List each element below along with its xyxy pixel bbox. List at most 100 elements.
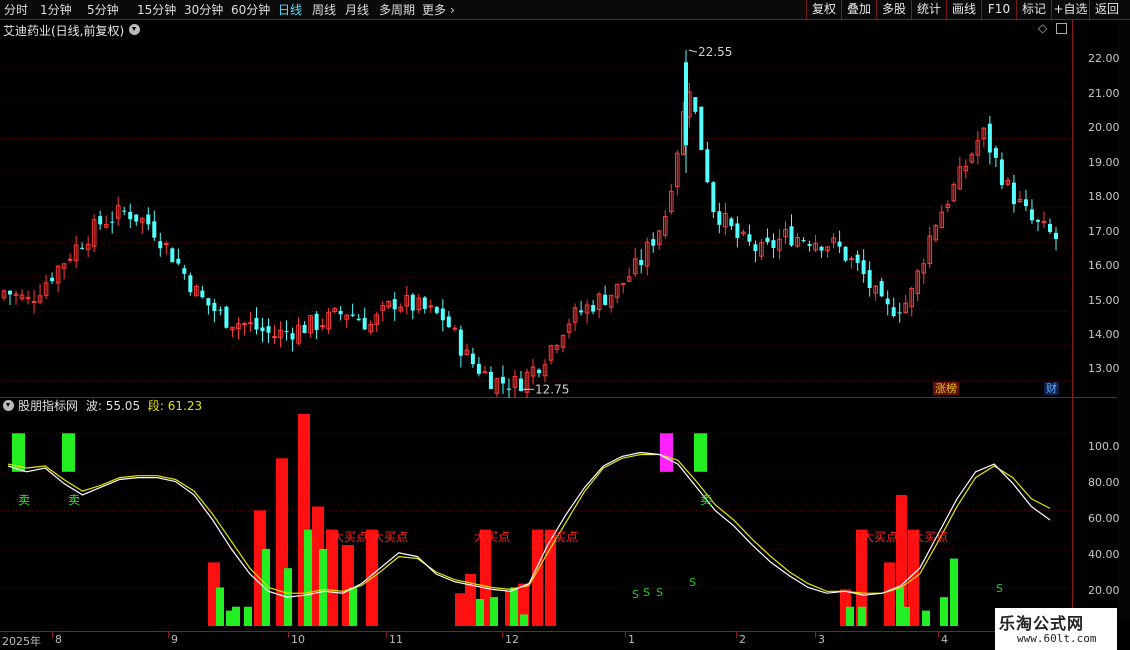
candle-body [1047, 223, 1052, 232]
tab-60min[interactable]: 60分钟 [231, 2, 270, 18]
dropdown-icon[interactable] [3, 400, 14, 411]
draw-line-button[interactable]: 画线 [946, 0, 981, 19]
candle-body [254, 317, 259, 330]
price-tick: 20.00 [1088, 121, 1120, 134]
candle-body [266, 326, 271, 333]
gainer-badge[interactable]: 涨榜 [933, 382, 959, 395]
tab-1min[interactable]: 1分钟 [40, 2, 72, 18]
candle-body [284, 331, 289, 333]
back-button[interactable]: 返回 [1089, 0, 1124, 19]
candle-body [164, 243, 169, 246]
date-tick [502, 632, 503, 638]
wave-value: 55.05 [105, 399, 141, 413]
candle-body [717, 211, 722, 225]
candle-body [879, 281, 884, 297]
candle-body [314, 313, 319, 330]
candle-body [819, 246, 824, 251]
candle-body [861, 260, 866, 275]
tab-15min[interactable]: 15分钟 [137, 2, 176, 18]
candle-body [897, 312, 902, 314]
tab-intraday[interactable]: 分时 [4, 2, 28, 18]
green-bar [244, 606, 252, 626]
candle-body [518, 378, 523, 391]
candle-body [506, 388, 511, 390]
candlestick-chart[interactable]: 22.55 12.75 [0, 38, 1072, 398]
candle-body [122, 210, 127, 212]
f10-button[interactable]: F10 [981, 0, 1016, 19]
buy-point-label: 大买点 [862, 530, 898, 544]
finance-badge[interactable]: 财 [1044, 382, 1059, 395]
chevron-right-icon[interactable]: › [450, 2, 455, 18]
candle-body [1011, 182, 1016, 205]
candle-body [579, 310, 584, 313]
green-bar [490, 597, 498, 626]
tab-daily[interactable]: 日线 [278, 2, 302, 18]
right-side-strip [1117, 20, 1130, 620]
candle-body [837, 241, 842, 247]
tab-weekly[interactable]: 周线 [312, 2, 336, 18]
candle-body [428, 305, 434, 308]
candle-body [1029, 209, 1034, 221]
candle-body [290, 333, 295, 340]
tab-more[interactable]: 更多 [422, 2, 446, 18]
watermark-url: www.60lt.com [1017, 632, 1097, 645]
indicator-chart[interactable]: 卖卖卖大买点 大买点 大买点 大买点 大买点 大买点S S SS S [0, 414, 1072, 630]
candle-body [302, 324, 307, 334]
price-tick: 22.00 [1088, 52, 1120, 65]
green-bar [319, 548, 327, 626]
overlay-button[interactable]: 叠加 [841, 0, 876, 19]
indicator-tick: 20.00 [1088, 584, 1120, 597]
mark-button[interactable]: 标记 [1016, 0, 1051, 19]
candle-body [158, 241, 163, 249]
seg-label: 段: [147, 399, 164, 413]
candle-body [67, 258, 73, 261]
candle-body [170, 248, 175, 263]
date-tick [625, 632, 626, 638]
tab-multi-period[interactable]: 多周期 [379, 2, 415, 18]
multi-stock-button[interactable]: 多股 [876, 0, 911, 19]
candle-body [458, 329, 463, 356]
add-watchlist-button[interactable]: +自选 [1051, 0, 1089, 19]
main-pane-header: 艾迪药业(日线,前复权) ◇ [0, 20, 1072, 38]
tab-30min[interactable]: 30分钟 [184, 2, 223, 18]
candle-body [362, 317, 367, 330]
candle-body [152, 221, 157, 238]
candle-body [350, 314, 355, 316]
date-label: 9 [171, 633, 178, 646]
candle-body [470, 353, 475, 365]
price-tick: 16.00 [1088, 259, 1120, 272]
indicator-tick: 100.0 [1088, 440, 1120, 453]
date-label: 3 [818, 633, 825, 646]
candle-body [735, 223, 740, 238]
tab-monthly[interactable]: 月线 [345, 2, 369, 18]
red-bar [326, 529, 338, 626]
indicator-header: 股朋指标网 波: 55.05 段: 61.23 [3, 398, 202, 414]
date-axis: 2025年 8 9 10 11 12 1 2 3 4 [0, 631, 1072, 650]
diamond-icon[interactable]: ◇ [1038, 21, 1047, 35]
buy-point-label: 大买点 [332, 530, 368, 544]
buy-point-label: 大买点 [474, 530, 510, 544]
candle-body [651, 239, 656, 246]
indicator-name: 股朋指标网 [18, 399, 79, 413]
window-icon[interactable] [1056, 23, 1067, 34]
candle-body [242, 323, 247, 326]
dropdown-icon[interactable] [129, 24, 140, 35]
candle-body [434, 307, 439, 313]
candle-body [338, 310, 343, 315]
green-bar [510, 587, 518, 626]
statistics-button[interactable]: 统计 [911, 0, 946, 19]
date-tick [288, 632, 289, 638]
tab-5min[interactable]: 5分钟 [87, 2, 119, 18]
candle-body [867, 270, 872, 288]
candle-body [1035, 220, 1040, 222]
indicator-tick: 80.00 [1088, 476, 1120, 489]
candle-body [272, 336, 277, 339]
watermark-logo: 乐淘公式网 www.60lt.com [995, 608, 1117, 650]
candle-body [855, 254, 860, 263]
candle-body [771, 240, 776, 249]
price-tick: 19.00 [1088, 156, 1120, 169]
candle-body [218, 309, 223, 311]
restore-rights-button[interactable]: 复权 [806, 0, 841, 19]
date-tick [168, 632, 169, 638]
candle-body [440, 308, 445, 321]
